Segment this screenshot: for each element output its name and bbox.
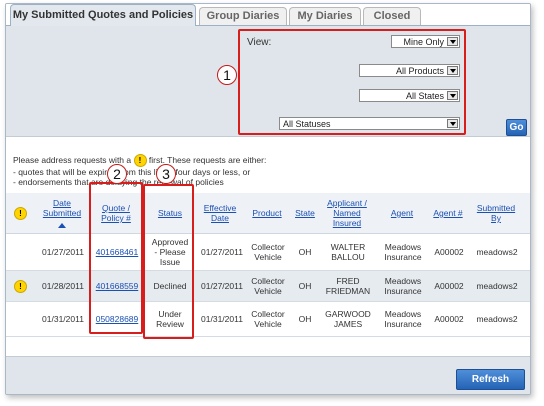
cell-date: 01/28/2011 <box>42 281 84 291</box>
refresh-button[interactable]: Refresh <box>456 369 525 390</box>
callout-box-filters <box>238 29 466 135</box>
cell-effective-date: 01/27/2011 <box>201 247 243 257</box>
sort-ascending-icon[interactable] <box>58 223 66 228</box>
cell-applicant: WALTER BALLOU <box>330 242 366 262</box>
tab-closed[interactable]: Closed <box>363 7 421 25</box>
cell-agent: Meadows Insurance <box>384 276 422 296</box>
header-date-submitted[interactable]: Date Submitted <box>36 198 88 218</box>
table-row[interactable]: 01/31/2011 050828689 Under Review 01/31/2… <box>6 302 530 337</box>
tab-group-diaries[interactable]: Group Diaries <box>199 7 287 25</box>
header-state[interactable]: State <box>290 208 320 218</box>
callout-number-1: 1 <box>217 65 237 85</box>
cell-applicant: FRED FRIEDMAN <box>325 276 371 296</box>
notice-line2: - quotes that will be expired from this … <box>13 167 251 177</box>
callout-number-3: 3 <box>156 164 176 184</box>
warning-icon: ! <box>133 154 147 167</box>
cell-applicant: GARWOOD JAMES <box>325 309 371 329</box>
cell-submitted-by: meadows2 <box>476 281 518 291</box>
header-applicant[interactable]: Applicant / Named Insured <box>320 198 374 228</box>
cell-state: OH <box>298 247 312 257</box>
cell-product: Collector Vehicle <box>251 242 285 262</box>
footer-bar: Refresh <box>6 356 530 394</box>
cell-agent-number: A00002 <box>434 314 464 324</box>
cell-agent: Meadows Insurance <box>384 242 422 262</box>
diaries-panel: My Submitted Quotes and Policies Group D… <box>5 3 531 395</box>
table-row[interactable]: 01/27/2011 401668461 Approved - Please Iss… <box>6 234 530 271</box>
cell-date: 01/27/2011 <box>42 247 84 257</box>
table-row[interactable]: ! 01/28/2011 401668559 Declined 01/27/20… <box>6 271 530 302</box>
header-submitted-by[interactable]: Submitted By <box>470 203 522 223</box>
header-agent-number[interactable]: Agent # <box>428 208 468 218</box>
cell-state: OH <box>298 314 312 324</box>
cell-effective-date: 01/31/2011 <box>201 314 243 324</box>
cell-agent-number: A00002 <box>434 281 464 291</box>
cell-submitted-by: meadows2 <box>476 314 518 324</box>
notice-line1-start: Please address requests with a <box>13 154 132 165</box>
tab-my-submitted[interactable]: My Submitted Quotes and Policies <box>10 4 196 26</box>
warning-icon: ! <box>14 207 27 220</box>
tab-bar: My Submitted Quotes and Policies Group D… <box>6 4 530 26</box>
cell-effective-date: 01/27/2011 <box>201 281 243 291</box>
cell-state: OH <box>298 281 312 291</box>
cell-agent: Meadows Insurance <box>384 309 422 329</box>
go-button[interactable]: Go <box>506 119 527 136</box>
callout-number-2: 2 <box>107 164 127 184</box>
callout-box-quote-column <box>89 182 143 334</box>
header-agent[interactable]: Agent <box>378 208 426 218</box>
cell-date: 01/31/2011 <box>42 314 84 324</box>
header-product[interactable]: Product <box>245 208 289 218</box>
cell-submitted-by: meadows2 <box>476 247 518 257</box>
table-header-row: ! Date Submitted Quote / Policy # Status E… <box>6 193 530 234</box>
cell-agent-number: A00002 <box>434 247 464 257</box>
warning-icon: ! <box>14 280 27 293</box>
tab-my-diaries[interactable]: My Diaries <box>289 7 361 25</box>
header-effective-date[interactable]: Effective Date <box>196 203 244 223</box>
cell-product: Collector Vehicle <box>251 309 285 329</box>
callout-box-status-column <box>143 184 194 339</box>
cell-product: Collector Vehicle <box>251 276 285 296</box>
